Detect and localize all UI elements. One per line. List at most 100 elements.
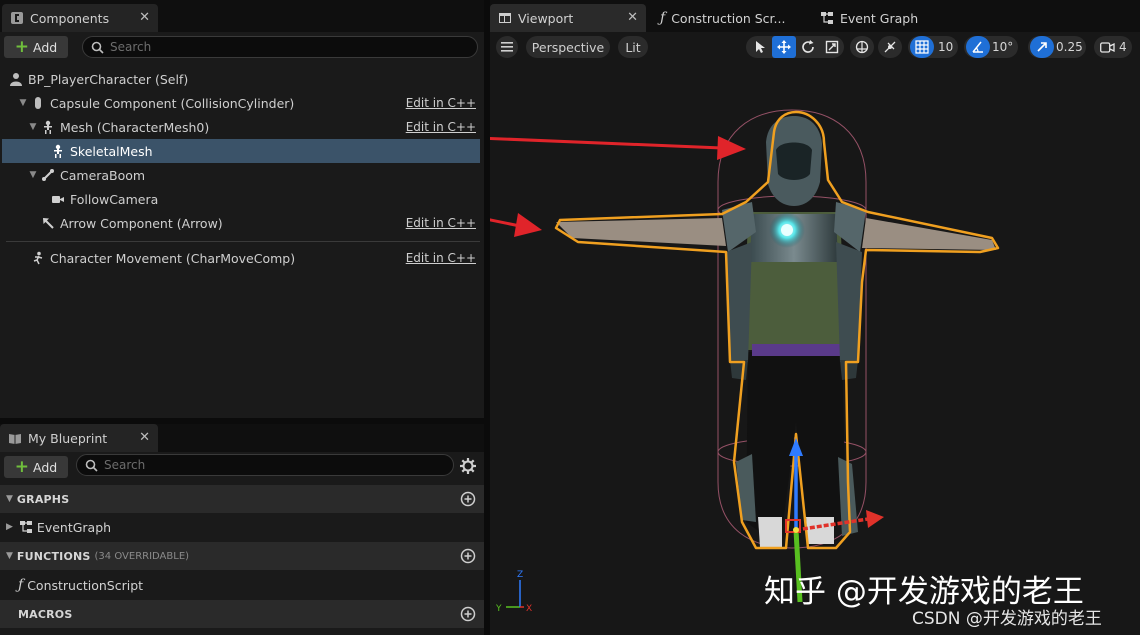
scale-snap-icon <box>1037 42 1047 52</box>
rotation-snap-toggle[interactable] <box>966 36 990 58</box>
watermark-sub: CSDN @开发游戏的老王 <box>912 609 1102 629</box>
tab-construction-script[interactable]: ƒ Construction Scr... <box>652 4 793 32</box>
viewport-menu-button[interactable] <box>496 36 518 58</box>
rotation-snap-value[interactable]: 10° <box>992 40 1013 54</box>
edit-in-cpp-link[interactable]: Edit in C++ <box>406 120 476 134</box>
camera-speed-value[interactable]: 4 <box>1119 40 1127 54</box>
surface-snap-icon <box>884 41 896 53</box>
cursor-icon <box>756 41 765 53</box>
list-item-constructionscript[interactable]: ƒ ConstructionScript <box>0 571 484 599</box>
add-component-button[interactable]: + Add <box>4 36 68 58</box>
select-tool-button[interactable] <box>748 36 772 58</box>
angle-icon <box>972 41 983 53</box>
list-item-eventgraph[interactable]: ▶ EventGraph <box>0 513 484 541</box>
viewport-scene[interactable]: Y Z X <box>490 62 1140 635</box>
section-subtitle: (34 OVERRIDABLE) <box>94 550 190 562</box>
function-icon: ƒ <box>660 10 666 26</box>
gear-icon[interactable] <box>459 457 477 475</box>
perspective-button[interactable]: Perspective <box>526 36 610 58</box>
movement-icon <box>30 250 46 266</box>
edit-in-cpp-link[interactable]: Edit in C++ <box>406 96 476 110</box>
collapse-arrow-icon[interactable]: ▼ <box>28 122 38 132</box>
section-title: MACROS <box>18 607 73 621</box>
blueprint-search[interactable] <box>76 454 454 476</box>
collapse-arrow-icon[interactable]: ▼ <box>6 494 13 504</box>
components-tabbar: Components ✕ <box>0 0 484 32</box>
tree-row-label: Mesh (CharacterMesh0) <box>60 119 210 135</box>
axis-x-label: X <box>526 604 532 614</box>
components-search[interactable] <box>82 36 478 58</box>
camera-icon <box>50 191 66 207</box>
add-circle-icon[interactable] <box>460 491 476 507</box>
tree-row-capsule[interactable]: ▼ Capsule Component (CollisionCylinder) … <box>2 91 480 115</box>
add-circle-icon[interactable] <box>460 606 476 622</box>
close-icon[interactable]: ✕ <box>139 10 150 25</box>
tab-my-blueprint-label: My Blueprint <box>28 430 108 446</box>
section-macros[interactable]: MACROS <box>0 600 484 628</box>
plus-icon: + <box>14 36 30 57</box>
viewport-panel[interactable]: Viewport ✕ ƒ Construction Scr... Event G… <box>490 0 1140 635</box>
section-graphs[interactable]: ▼ GRAPHS <box>0 485 484 513</box>
graph-icon <box>19 521 32 533</box>
blueprint-tabbar: My Blueprint ✕ <box>0 424 484 452</box>
tree-row-label: CameraBoom <box>60 167 146 183</box>
edit-in-cpp-link[interactable]: Edit in C++ <box>406 251 476 265</box>
tree-row-arrow[interactable]: Arrow Component (Arrow) Edit in C++ <box>2 211 480 235</box>
tree-row-label: Capsule Component (CollisionCylinder) <box>50 95 295 111</box>
tab-construction-script-label: Construction Scr... <box>671 10 786 26</box>
move-icon <box>777 40 791 54</box>
tree-row-self[interactable]: BP_PlayerCharacter (Self) <box>2 67 480 91</box>
tree-row-charmovement[interactable]: Character Movement (CharMoveComp) Edit i… <box>2 246 480 270</box>
collapse-arrow-icon[interactable]: ▼ <box>6 551 13 561</box>
search-icon <box>91 41 104 54</box>
blueprint-search-input[interactable] <box>104 458 404 472</box>
capsule-icon <box>30 95 46 111</box>
function-icon: ƒ <box>18 577 24 593</box>
tree-row-label: SkeletalMesh <box>70 143 153 159</box>
book-icon <box>9 434 21 444</box>
graph-icon <box>821 12 833 24</box>
axis-indicator: Y Z X <box>495 570 532 614</box>
close-icon[interactable]: ✕ <box>139 430 150 445</box>
tab-my-blueprint[interactable]: My Blueprint ✕ <box>0 424 158 452</box>
arrow-icon <box>40 215 56 231</box>
scale-snap-value[interactable]: 0.25 <box>1056 40 1083 54</box>
components-search-input[interactable] <box>110 40 410 54</box>
scale-snap-toggle[interactable] <box>1030 36 1054 58</box>
scale-tool-button[interactable] <box>820 36 844 58</box>
skeleton-icon <box>40 119 56 135</box>
collapse-arrow-icon[interactable]: ▼ <box>28 170 38 180</box>
edit-in-cpp-link[interactable]: Edit in C++ <box>406 216 476 230</box>
add-circle-icon[interactable] <box>460 548 476 564</box>
list-item-label: EventGraph <box>36 519 112 535</box>
tree-row-label: FollowCamera <box>70 191 159 207</box>
close-icon[interactable]: ✕ <box>627 10 638 25</box>
lit-button[interactable]: Lit <box>618 36 648 58</box>
world-local-button[interactable] <box>850 36 874 58</box>
scale-icon <box>825 40 839 54</box>
tree-row-cameraboom[interactable]: ▼ CameraBoom <box>2 163 480 187</box>
tab-components[interactable]: Components ✕ <box>2 4 158 32</box>
surface-snap-button[interactable] <box>878 36 902 58</box>
translate-tool-button[interactable] <box>772 36 796 58</box>
collapse-arrow-icon[interactable]: ▼ <box>18 98 28 108</box>
camera-icon <box>1100 42 1115 53</box>
section-title: GRAPHS <box>16 492 70 506</box>
tree-row-mesh[interactable]: ▼ Mesh (CharacterMesh0) Edit in C++ <box>2 115 480 139</box>
rotate-icon <box>802 40 814 53</box>
expand-arrow-icon[interactable]: ▶ <box>6 522 13 532</box>
grid-icon <box>915 40 929 54</box>
components-panel-icon <box>11 12 23 24</box>
tree-row-followcamera[interactable]: FollowCamera <box>2 187 480 211</box>
tab-components-label: Components <box>30 10 110 26</box>
tab-viewport[interactable]: Viewport ✕ <box>490 4 646 32</box>
tree-row-label: BP_PlayerCharacter (Self) <box>28 71 189 87</box>
section-functions[interactable]: ▼ FUNCTIONS (34 OVERRIDABLE) <box>0 542 484 570</box>
grid-snap-value[interactable]: 10 <box>938 40 953 54</box>
coordinate-space-icon <box>855 40 869 54</box>
tree-row-skeletalmesh[interactable]: SkeletalMesh <box>2 139 480 163</box>
tab-event-graph[interactable]: Event Graph <box>812 4 926 32</box>
grid-snap-toggle[interactable] <box>910 36 934 58</box>
rotate-tool-button[interactable] <box>796 36 820 58</box>
add-blueprint-item-button[interactable]: + Add <box>4 456 68 478</box>
